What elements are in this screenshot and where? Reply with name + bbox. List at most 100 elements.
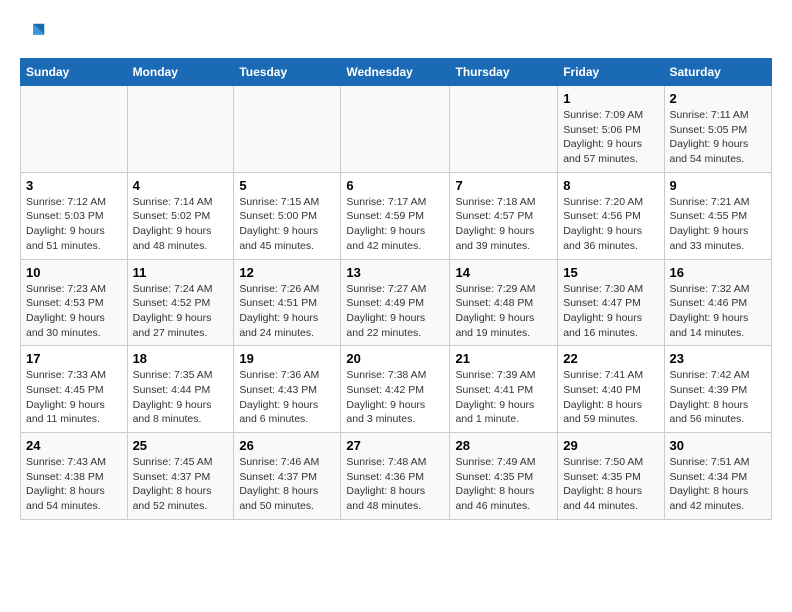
day-number: 21 (455, 351, 552, 366)
day-number: 5 (239, 178, 335, 193)
day-info: Sunrise: 7:24 AM Sunset: 4:52 PM Dayligh… (133, 282, 229, 341)
day-number: 7 (455, 178, 552, 193)
calendar-cell (234, 86, 341, 173)
day-number: 19 (239, 351, 335, 366)
weekday-header-friday: Friday (558, 59, 664, 86)
weekday-header-thursday: Thursday (450, 59, 558, 86)
week-row-2: 3 Sunrise: 7:12 AM Sunset: 5:03 PM Daylig… (21, 172, 772, 259)
day-number: 8 (563, 178, 658, 193)
weekday-header-wednesday: Wednesday (341, 59, 450, 86)
calendar-cell: 8Sunrise: 7:20 AM Sunset: 4:56 PM Daylig… (558, 172, 664, 259)
day-info: Sunrise: 7:46 AM Sunset: 4:37 PM Dayligh… (239, 455, 335, 514)
calendar-cell: 10 Sunrise: 7:23 AM Sunset: 4:53 PM Dayli… (21, 259, 128, 346)
day-info: Sunrise: 7:39 AM Sunset: 4:41 PM Dayligh… (455, 368, 552, 427)
day-info: Sunrise: 7:38 AM Sunset: 4:42 PM Dayligh… (346, 368, 444, 427)
day-number: 12 (239, 265, 335, 280)
day-info: Sunrise: 7:35 AM Sunset: 4:44 PM Dayligh… (133, 368, 229, 427)
calendar-cell: 1 Sunrise: 7:09 AM Sunset: 5:06 PM Daylig… (558, 86, 664, 173)
logo (20, 20, 52, 48)
day-number: 9 (670, 178, 767, 193)
day-info: Sunrise: 7:21 AM Sunset: 4:55 PM Dayligh… (670, 195, 767, 254)
day-info: Sunrise: 7:12 AM Sunset: 5:03 PM Dayligh… (26, 195, 122, 254)
calendar-cell: 7 Sunrise: 7:18 AM Sunset: 4:57 PM Daylig… (450, 172, 558, 259)
day-info: Sunrise: 7:36 AM Sunset: 4:43 PM Dayligh… (239, 368, 335, 427)
day-number: 15 (563, 265, 658, 280)
day-number: 4 (133, 178, 229, 193)
calendar-cell: 29 Sunrise: 7:50 AM Sunset: 4:35 PM Dayli… (558, 433, 664, 520)
calendar-cell: 12 Sunrise: 7:26 AM Sunset: 4:51 PM Dayli… (234, 259, 341, 346)
day-info: Sunrise: 7:23 AM Sunset: 4:53 PM Dayligh… (26, 282, 122, 341)
day-number: 11 (133, 265, 229, 280)
calendar-cell: 16 Sunrise: 7:32 AM Sunset: 4:46 PM Dayli… (664, 259, 772, 346)
day-info: Sunrise: 7:30 AM Sunset: 4:47 PM Dayligh… (563, 282, 658, 341)
calendar-cell: 18 Sunrise: 7:35 AM Sunset: 4:44 PM Dayli… (127, 346, 234, 433)
day-number: 13 (346, 265, 444, 280)
day-info: Sunrise: 7:51 AM Sunset: 4:34 PM Dayligh… (670, 455, 767, 514)
day-info: Sunrise: 7:18 AM Sunset: 4:57 PM Dayligh… (455, 195, 552, 254)
day-number: 24 (26, 438, 122, 453)
calendar-cell: 27 Sunrise: 7:48 AM Sunset: 4:36 PM Dayli… (341, 433, 450, 520)
calendar-cell: 19 Sunrise: 7:36 AM Sunset: 4:43 PM Dayli… (234, 346, 341, 433)
day-number: 29 (563, 438, 658, 453)
calendar-cell: 6 Sunrise: 7:17 AM Sunset: 4:59 PM Daylig… (341, 172, 450, 259)
day-number: 16 (670, 265, 767, 280)
day-info: Sunrise: 7:15 AM Sunset: 5:00 PM Dayligh… (239, 195, 335, 254)
day-number: 20 (346, 351, 444, 366)
weekday-header-monday: Monday (127, 59, 234, 86)
calendar-cell: 17 Sunrise: 7:33 AM Sunset: 4:45 PM Dayli… (21, 346, 128, 433)
calendar-cell (127, 86, 234, 173)
day-info: Sunrise: 7:09 AM Sunset: 5:06 PM Dayligh… (563, 108, 658, 167)
day-number: 22 (563, 351, 658, 366)
calendar-cell: 2Sunrise: 7:11 AM Sunset: 5:05 PM Daylig… (664, 86, 772, 173)
calendar-cell: 14 Sunrise: 7:29 AM Sunset: 4:48 PM Dayli… (450, 259, 558, 346)
day-info: Sunrise: 7:29 AM Sunset: 4:48 PM Dayligh… (455, 282, 552, 341)
calendar-cell: 9 Sunrise: 7:21 AM Sunset: 4:55 PM Daylig… (664, 172, 772, 259)
day-number: 27 (346, 438, 444, 453)
calendar-cell: 15 Sunrise: 7:30 AM Sunset: 4:47 PM Dayli… (558, 259, 664, 346)
day-info: Sunrise: 7:48 AM Sunset: 4:36 PM Dayligh… (346, 455, 444, 514)
day-number: 14 (455, 265, 552, 280)
day-info: Sunrise: 7:32 AM Sunset: 4:46 PM Dayligh… (670, 282, 767, 341)
weekday-header-row: SundayMondayTuesdayWednesdayThursdayFrid… (21, 59, 772, 86)
day-info: Sunrise: 7:26 AM Sunset: 4:51 PM Dayligh… (239, 282, 335, 341)
calendar-cell: 13 Sunrise: 7:27 AM Sunset: 4:49 PM Dayli… (341, 259, 450, 346)
calendar-cell: 23 Sunrise: 7:42 AM Sunset: 4:39 PM Dayli… (664, 346, 772, 433)
calendar-cell: 22 Sunrise: 7:41 AM Sunset: 4:40 PM Dayli… (558, 346, 664, 433)
week-row-3: 10 Sunrise: 7:23 AM Sunset: 4:53 PM Dayli… (21, 259, 772, 346)
week-row-4: 17 Sunrise: 7:33 AM Sunset: 4:45 PM Dayli… (21, 346, 772, 433)
calendar-cell (21, 86, 128, 173)
weekday-header-saturday: Saturday (664, 59, 772, 86)
day-info: Sunrise: 7:43 AM Sunset: 4:38 PM Dayligh… (26, 455, 122, 514)
day-info: Sunrise: 7:11 AM Sunset: 5:05 PM Dayligh… (670, 108, 767, 167)
calendar-cell: 4 Sunrise: 7:14 AM Sunset: 5:02 PM Daylig… (127, 172, 234, 259)
day-number: 6 (346, 178, 444, 193)
day-number: 17 (26, 351, 122, 366)
day-info: Sunrise: 7:45 AM Sunset: 4:37 PM Dayligh… (133, 455, 229, 514)
weekday-header-sunday: Sunday (21, 59, 128, 86)
calendar-cell: 20 Sunrise: 7:38 AM Sunset: 4:42 PM Dayli… (341, 346, 450, 433)
day-info: Sunrise: 7:42 AM Sunset: 4:39 PM Dayligh… (670, 368, 767, 427)
logo-icon (20, 20, 48, 48)
day-info: Sunrise: 7:50 AM Sunset: 4:35 PM Dayligh… (563, 455, 658, 514)
day-info: Sunrise: 7:14 AM Sunset: 5:02 PM Dayligh… (133, 195, 229, 254)
calendar-cell (450, 86, 558, 173)
day-info: Sunrise: 7:17 AM Sunset: 4:59 PM Dayligh… (346, 195, 444, 254)
day-info: Sunrise: 7:41 AM Sunset: 4:40 PM Dayligh… (563, 368, 658, 427)
calendar-cell: 21 Sunrise: 7:39 AM Sunset: 4:41 PM Dayli… (450, 346, 558, 433)
week-row-1: 1 Sunrise: 7:09 AM Sunset: 5:06 PM Daylig… (21, 86, 772, 173)
weekday-header-tuesday: Tuesday (234, 59, 341, 86)
day-number: 10 (26, 265, 122, 280)
week-row-5: 24 Sunrise: 7:43 AM Sunset: 4:38 PM Dayli… (21, 433, 772, 520)
day-number: 18 (133, 351, 229, 366)
day-number: 1 (563, 91, 658, 106)
day-number: 23 (670, 351, 767, 366)
day-info: Sunrise: 7:33 AM Sunset: 4:45 PM Dayligh… (26, 368, 122, 427)
calendar-cell: 25 Sunrise: 7:45 AM Sunset: 4:37 PM Dayli… (127, 433, 234, 520)
calendar-cell: 5 Sunrise: 7:15 AM Sunset: 5:00 PM Daylig… (234, 172, 341, 259)
day-number: 25 (133, 438, 229, 453)
day-number: 26 (239, 438, 335, 453)
page-header (20, 20, 772, 48)
day-info: Sunrise: 7:27 AM Sunset: 4:49 PM Dayligh… (346, 282, 444, 341)
day-number: 3 (26, 178, 122, 193)
day-info: Sunrise: 7:49 AM Sunset: 4:35 PM Dayligh… (455, 455, 552, 514)
